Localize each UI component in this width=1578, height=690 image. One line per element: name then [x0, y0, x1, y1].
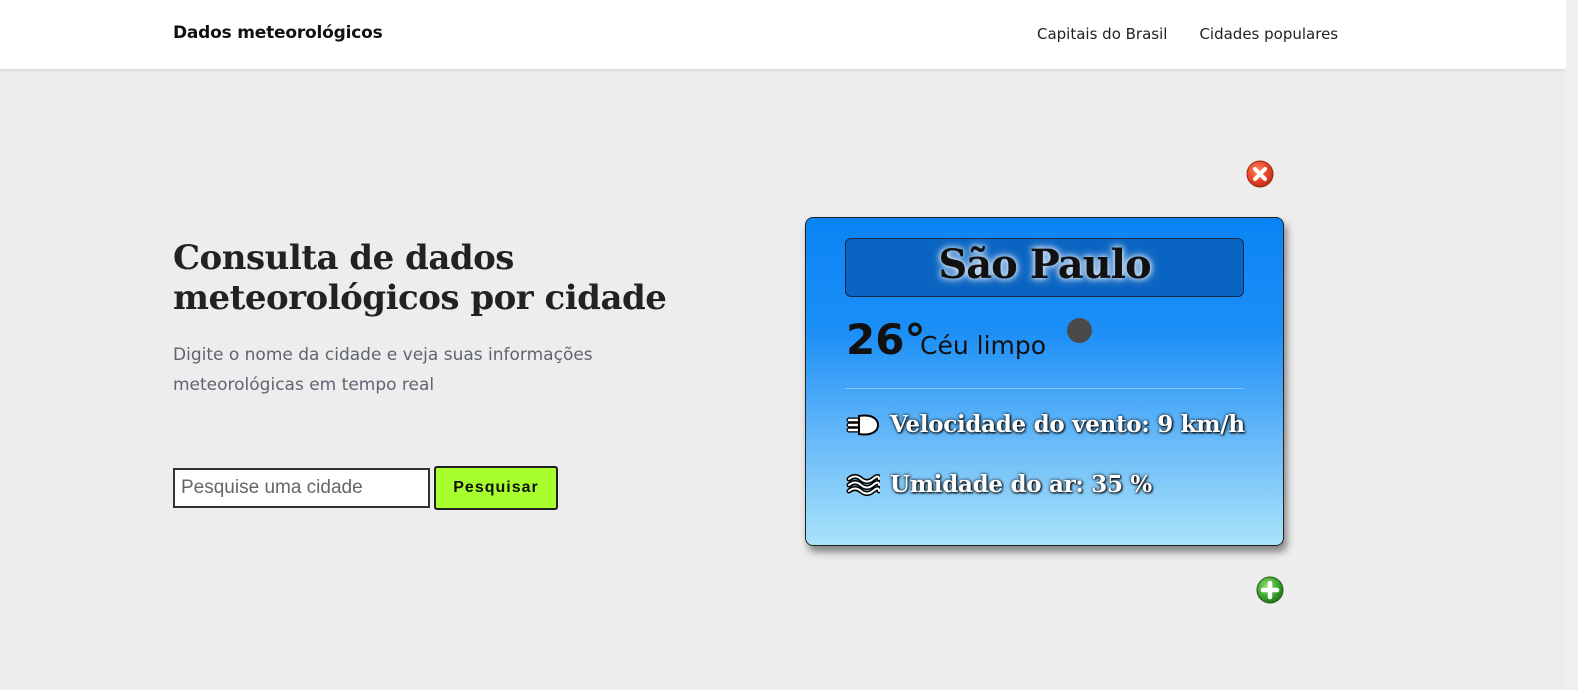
nav-links: Capitais do Brasil Cidades populares	[1037, 25, 1338, 43]
brand-title[interactable]: Dados meteorológicos	[173, 23, 383, 43]
page-scrollbar[interactable]	[1566, 0, 1578, 690]
humidity-row: Umidade do ar: 35 %	[846, 468, 1152, 502]
nav-link-capitals[interactable]: Capitais do Brasil	[1037, 25, 1167, 43]
nav-link-popular-cities[interactable]: Cidades populares	[1199, 25, 1338, 43]
wind-icon	[846, 414, 880, 436]
weather-card: São Paulo 26° Céu limpo Velocidade do ve…	[805, 217, 1284, 546]
humidity-waves-icon	[846, 474, 880, 496]
card-divider	[845, 388, 1244, 389]
air-humidity: Umidade do ar: 35 %	[890, 471, 1152, 498]
weather-condition: Céu limpo	[920, 331, 1047, 360]
search-input[interactable]	[173, 468, 430, 508]
page-subtitle: Digite o nome da cidade e veja suas info…	[173, 345, 593, 395]
city-name-box: São Paulo	[845, 238, 1244, 297]
wind-speed: Velocidade do vento: 9 km/h	[890, 411, 1245, 438]
search-button[interactable]: Pesquisar	[434, 466, 558, 510]
add-card-button[interactable]	[1256, 576, 1284, 604]
temperature: 26°	[846, 315, 926, 364]
remove-card-button[interactable]	[1246, 160, 1274, 188]
close-circle-icon	[1246, 160, 1274, 188]
wind-row: Velocidade do vento: 9 km/h	[846, 408, 1245, 442]
navbar: Dados meteorológicos Capitais do Brasil …	[0, 0, 1566, 69]
weather-condition-icon	[1067, 318, 1092, 343]
plus-circle-icon	[1256, 576, 1284, 604]
city-name: São Paulo	[938, 241, 1151, 288]
page-title: Consulta de dados meteorológicos por cid…	[173, 238, 667, 318]
